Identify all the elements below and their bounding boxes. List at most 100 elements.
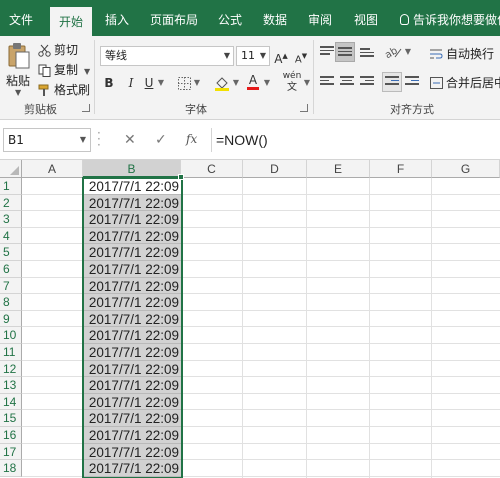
paste-dropdown-icon[interactable]: ▼: [15, 88, 21, 97]
font-color-dropdown-icon[interactable]: ▼: [263, 73, 271, 93]
align-left-icon[interactable]: [320, 76, 334, 88]
row-header-3[interactable]: 3: [0, 211, 22, 228]
worksheet-grid[interactable]: A B C D E F G 1 2017/7/1 22:09 2 2017/7/1 22:09 3 20…: [0, 160, 500, 478]
tab-home[interactable]: 开始: [50, 7, 92, 36]
cell-b5[interactable]: 2017/7/1 22:09: [83, 244, 181, 261]
cell-b6[interactable]: 2017/7/1 22:09: [83, 261, 181, 278]
enter-icon[interactable]: ✓: [155, 132, 167, 148]
row-header-11[interactable]: 11: [0, 344, 22, 361]
phonetic-guide-button[interactable]: wén 文: [281, 71, 303, 93]
select-all-button[interactable]: [0, 160, 22, 178]
alignment-group-label: 对齐方式: [390, 103, 434, 116]
tab-review[interactable]: 审阅: [302, 0, 338, 36]
bold-button[interactable]: B: [102, 73, 116, 93]
row-header-9[interactable]: 9: [0, 310, 22, 328]
tab-insert[interactable]: 插入: [98, 0, 136, 36]
group-divider: [94, 40, 95, 114]
column-header-g[interactable]: G: [432, 160, 500, 178]
column-header-f[interactable]: F: [370, 160, 432, 178]
cell-b9[interactable]: 2017/7/1 22:09: [83, 310, 181, 328]
font-size-select[interactable]: 11 ▼: [236, 46, 270, 66]
cell-b13[interactable]: 2017/7/1 22:09: [83, 377, 181, 394]
row-header-8[interactable]: 8: [0, 294, 22, 311]
tab-view[interactable]: 视图: [348, 0, 384, 36]
font-name-select[interactable]: 等线 ▼: [100, 46, 234, 66]
cell-b7[interactable]: 2017/7/1 22:09: [83, 277, 181, 295]
underline-button[interactable]: U: [142, 73, 156, 93]
cell-b18[interactable]: 2017/7/1 22:09: [83, 460, 181, 477]
copy-button[interactable]: 复制 ▼: [38, 61, 90, 79]
column-header-c[interactable]: C: [181, 160, 243, 178]
cell-b11[interactable]: 2017/7/1 22:09: [83, 344, 181, 361]
row-header-4[interactable]: 4: [0, 227, 22, 245]
cell-b10[interactable]: 2017/7/1 22:09: [83, 327, 181, 344]
align-center-icon[interactable]: [340, 76, 354, 88]
row-header-16[interactable]: 16: [0, 427, 22, 444]
cell-b12[interactable]: 2017/7/1 22:09: [83, 360, 181, 378]
cell-b4[interactable]: 2017/7/1 22:09: [83, 227, 181, 245]
align-bottom-icon[interactable]: [360, 48, 374, 60]
copy-dropdown-icon[interactable]: ▼: [84, 67, 90, 76]
orientation-dropdown-icon[interactable]: ▼: [404, 42, 412, 62]
row-header-10[interactable]: 10: [0, 327, 22, 344]
font-launcher-icon[interactable]: [300, 104, 308, 112]
paste-icon[interactable]: [8, 42, 30, 70]
cut-button[interactable]: 剪切: [38, 41, 78, 59]
formula-input[interactable]: =NOW(): [216, 128, 268, 152]
align-top-icon[interactable]: [320, 46, 334, 58]
tab-page-layout[interactable]: 页面布局: [145, 0, 203, 36]
orientation-icon[interactable]: ab: [385, 45, 403, 59]
cell-b8[interactable]: 2017/7/1 22:09: [83, 294, 181, 311]
font-color-button[interactable]: A: [247, 71, 259, 90]
column-header-e[interactable]: E: [307, 160, 370, 178]
grow-font-button[interactable]: A▲: [274, 46, 288, 66]
cell-b15[interactable]: 2017/7/1 22:09: [83, 410, 181, 427]
row-header-14[interactable]: 14: [0, 393, 22, 411]
shrink-font-button[interactable]: A▼: [294, 46, 308, 66]
fill-color-icon[interactable]: [214, 76, 230, 91]
fill-handle[interactable]: [178, 174, 184, 180]
row-header-2[interactable]: 2: [0, 194, 22, 212]
merge-center-button[interactable]: 合并后居中: [430, 74, 500, 91]
tab-file[interactable]: 文件: [0, 0, 42, 36]
tab-formulas[interactable]: 公式: [212, 0, 248, 36]
cell-b17[interactable]: 2017/7/1 22:09: [83, 443, 181, 461]
increase-indent-icon[interactable]: [405, 76, 419, 88]
row-header-12[interactable]: 12: [0, 360, 22, 378]
row-header-17[interactable]: 17: [0, 443, 22, 461]
clipboard-launcher-icon[interactable]: [82, 104, 90, 112]
align-middle-icon[interactable]: [338, 47, 352, 59]
paste-button[interactable]: 粘贴: [6, 72, 30, 89]
phonetic-dropdown-icon[interactable]: ▼: [303, 73, 311, 93]
borders-icon[interactable]: [178, 77, 191, 90]
fill-color-dropdown-icon[interactable]: ▼: [232, 73, 240, 93]
italic-button[interactable]: I: [124, 73, 138, 93]
column-header-d[interactable]: D: [243, 160, 307, 178]
row-header-18[interactable]: 18: [0, 460, 22, 477]
cell-b1[interactable]: 2017/7/1 22:09: [83, 178, 181, 195]
borders-dropdown-icon[interactable]: ▼: [193, 73, 201, 93]
align-right-icon[interactable]: [360, 76, 374, 88]
underline-dropdown-icon[interactable]: ▼: [157, 73, 165, 93]
drag-handle-icon[interactable]: · · ·: [97, 127, 103, 151]
tell-me-box[interactable]: 告诉我你想要做什么: [400, 0, 500, 36]
cancel-icon[interactable]: ✕: [124, 132, 136, 148]
tab-data[interactable]: 数据: [257, 0, 293, 36]
column-header-b[interactable]: B: [83, 160, 181, 178]
row-header-7[interactable]: 7: [0, 277, 22, 295]
wrap-text-button[interactable]: 自动换行: [430, 45, 494, 62]
row-header-5[interactable]: 5: [0, 244, 22, 261]
cell-b16[interactable]: 2017/7/1 22:09: [83, 427, 181, 444]
decrease-indent-icon[interactable]: [385, 76, 399, 88]
cell-b2[interactable]: 2017/7/1 22:09: [83, 194, 181, 212]
column-header-a[interactable]: A: [22, 160, 83, 178]
row-header-15[interactable]: 15: [0, 410, 22, 427]
row-header-13[interactable]: 13: [0, 377, 22, 394]
cell-b3[interactable]: 2017/7/1 22:09: [83, 211, 181, 228]
row-header-1[interactable]: 1: [0, 178, 22, 195]
insert-function-button[interactable]: fx: [186, 132, 197, 146]
row-header-6[interactable]: 6: [0, 261, 22, 278]
name-box[interactable]: B1 ▼: [3, 128, 91, 152]
cell-b14[interactable]: 2017/7/1 22:09: [83, 393, 181, 411]
format-painter-button[interactable]: 格式刷: [38, 81, 90, 99]
